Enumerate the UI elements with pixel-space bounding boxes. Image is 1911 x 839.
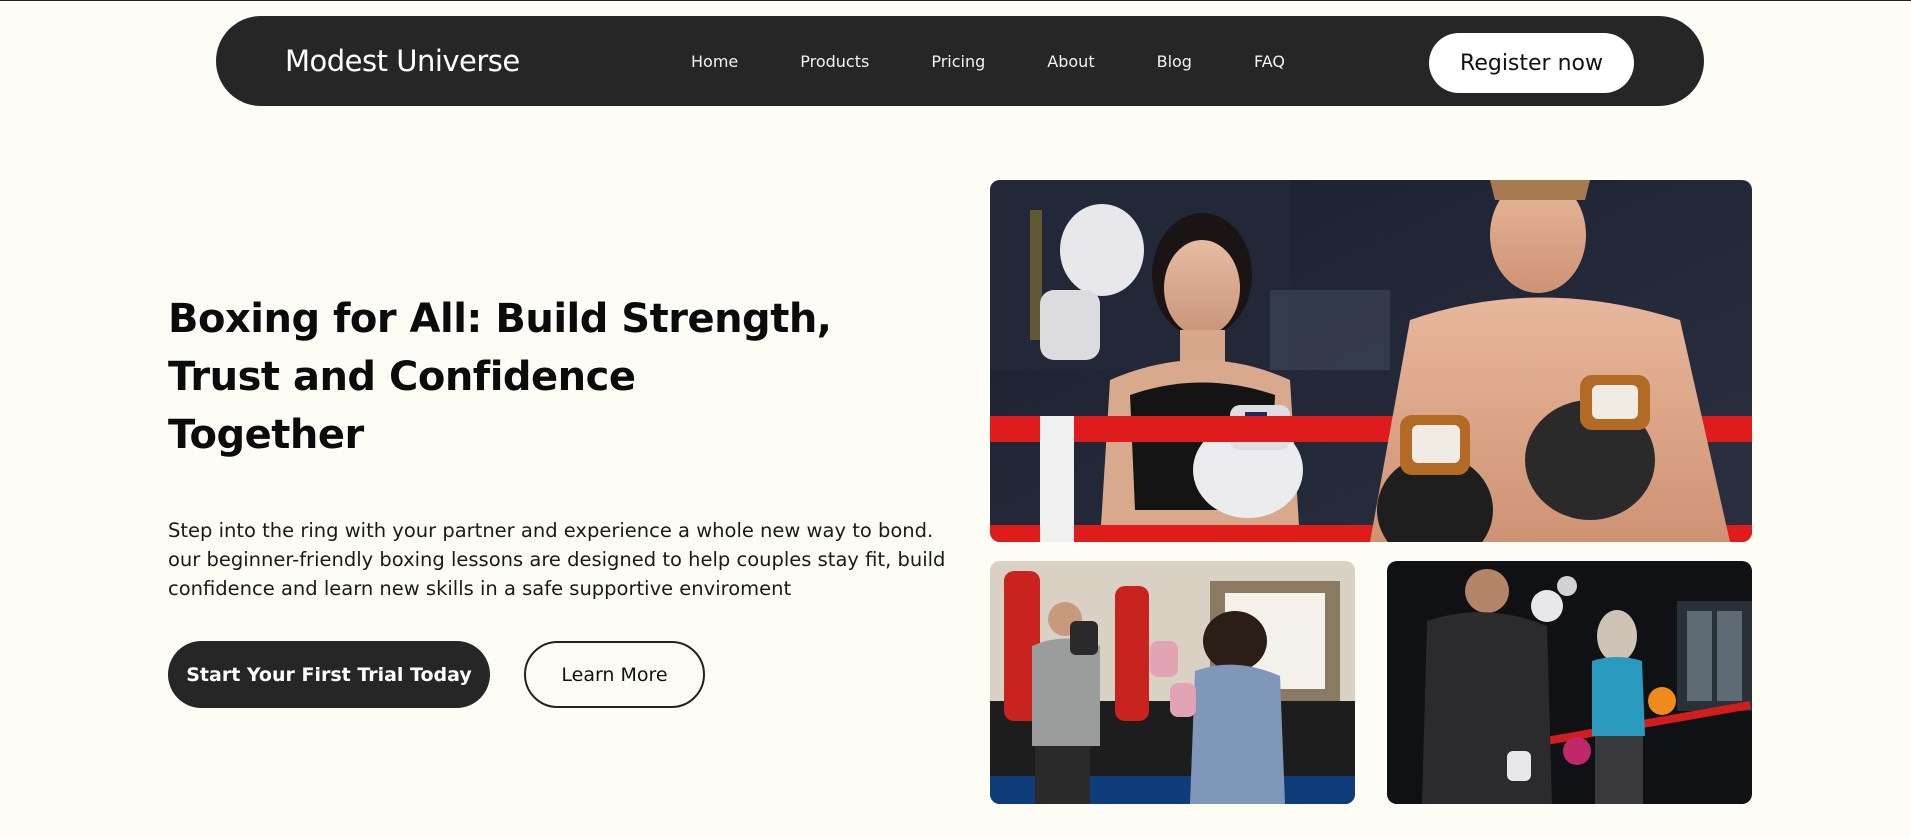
nav-link-faq[interactable]: FAQ (1254, 52, 1285, 71)
nav-link-home[interactable]: Home (691, 52, 738, 71)
nav-link-about[interactable]: About (1047, 52, 1094, 71)
nav-link-pricing[interactable]: Pricing (931, 52, 985, 71)
top-border (0, 0, 1911, 1)
brand-logo[interactable]: Modest Universe (285, 16, 520, 106)
hero-title-line: Trust and Confidence (168, 354, 636, 400)
nav-link-blog[interactable]: Blog (1157, 52, 1192, 71)
hero-title-line: Together (168, 412, 364, 458)
photo-pad-training (990, 561, 1355, 804)
register-now-button[interactable]: Register now (1429, 33, 1634, 93)
hero-title-line: Boxing for All: Build Strength, (168, 296, 832, 342)
hero-content: Boxing for All: Build Strength, Trust an… (168, 290, 958, 708)
hero-actions: Start Your First Trial Today Learn More (168, 641, 958, 708)
hero-photo-boxing-couple (990, 180, 1752, 542)
learn-more-button[interactable]: Learn More (524, 641, 705, 708)
nav-links: Home Products Pricing About Blog FAQ (691, 16, 1285, 106)
hero-title: Boxing for All: Build Strength, Trust an… (168, 290, 958, 464)
navbar: Modest Universe Home Products Pricing Ab… (216, 16, 1704, 106)
start-trial-button[interactable]: Start Your First Trial Today (168, 641, 490, 708)
photo-gym-sparring (1387, 561, 1752, 804)
nav-link-products[interactable]: Products (800, 52, 869, 71)
hero-description: Step into the ring with your partner and… (168, 519, 946, 600)
